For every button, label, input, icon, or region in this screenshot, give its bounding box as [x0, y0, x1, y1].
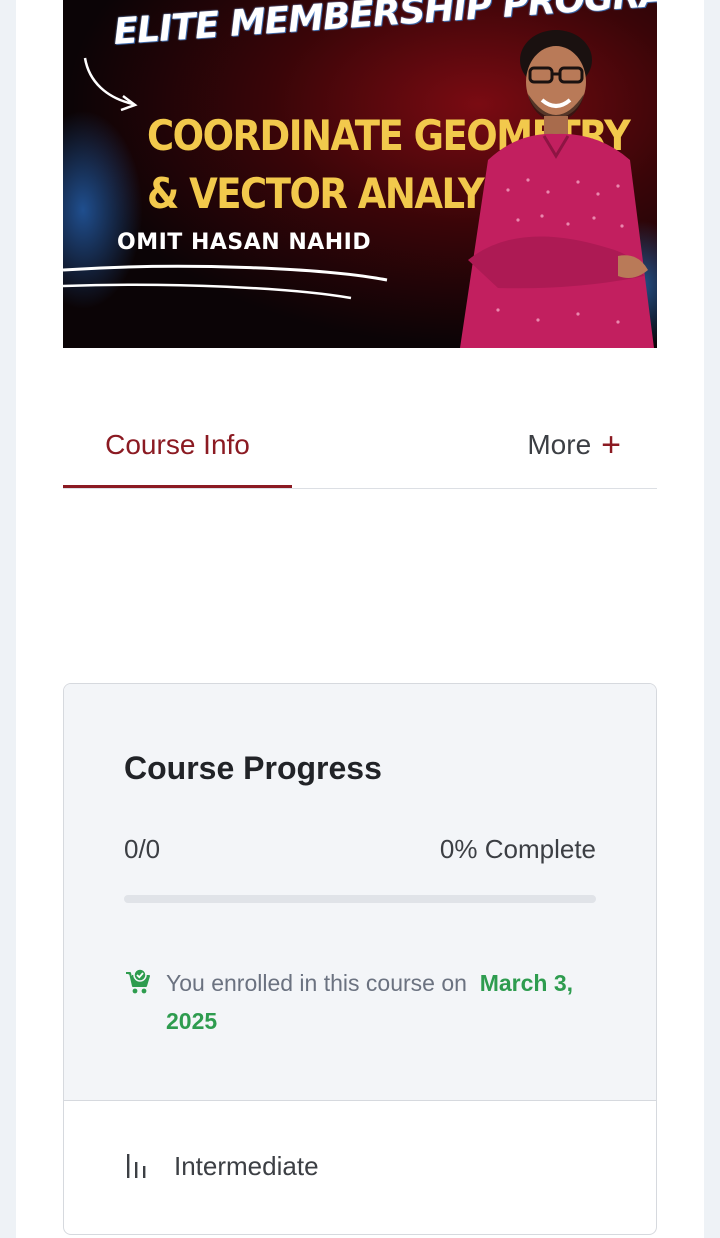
progress-title: Course Progress: [124, 750, 382, 786]
progress-percent: 0% Complete: [439, 834, 596, 864]
page: ELITE MEMBERSHIP PROGRAM COORDINATE GEOM…: [16, 0, 704, 1238]
enroll-text: You enrolled in this course on: [166, 970, 467, 996]
course-banner: ELITE MEMBERSHIP PROGRAM COORDINATE GEOM…: [63, 0, 657, 348]
instructor-photo: [460, 30, 654, 348]
tab-more[interactable]: More +: [527, 400, 621, 488]
banner-author: OMIT HASAN NAHID: [117, 230, 372, 255]
enroll-year: 2025: [166, 1008, 218, 1034]
level-bars-icon: [127, 1154, 146, 1178]
plus-icon: +: [601, 426, 621, 464]
cart-check-icon: [126, 968, 150, 994]
course-progress-card: Course Progress 0/0 0% Complete You enro…: [63, 683, 657, 1235]
course-tabs: Course Info More +: [63, 400, 657, 489]
tab-more-label: More: [527, 429, 592, 460]
progress-count: 0/0: [124, 834, 161, 864]
progress-bar: [124, 895, 596, 903]
enrollment-info: You enrolled in this course on March 3, …: [124, 964, 604, 1040]
enroll-date: March 3,: [479, 970, 574, 996]
tab-course-info[interactable]: Course Info: [63, 400, 292, 488]
progress-section: Course Progress 0/0 0% Complete You enro…: [64, 684, 656, 1101]
level-label: Intermediate: [174, 1151, 319, 1181]
